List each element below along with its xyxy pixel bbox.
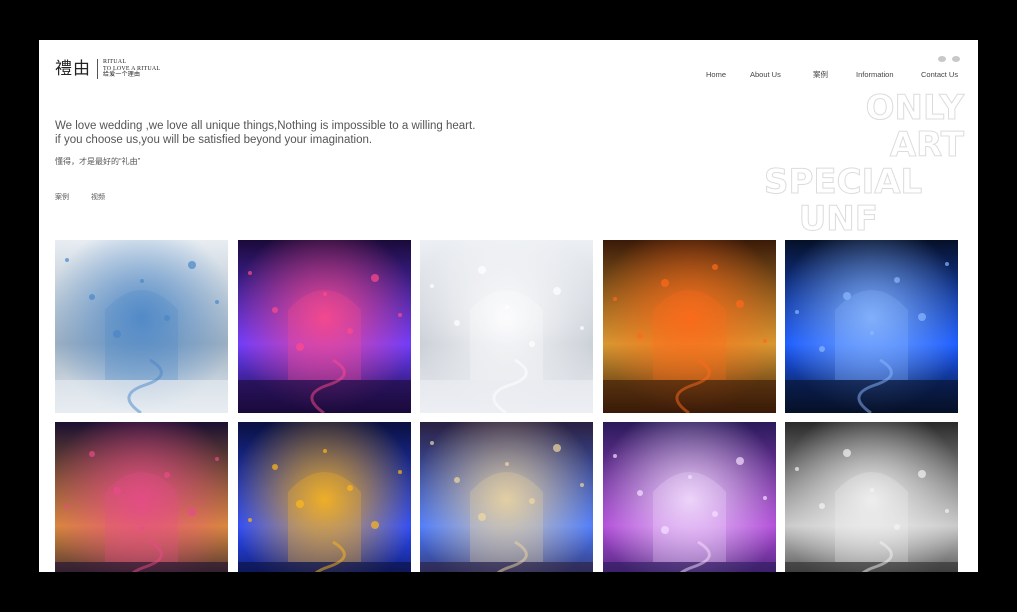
nav-home[interactable]: Home [706,70,726,80]
gallery-photo-floral-trees[interactable] [55,422,228,572]
gallery-photo-image [237,422,411,572]
watermark-line: ART [889,125,964,165]
watermark-line: ONLY [865,88,964,128]
device-frame: 禮由 RITUAL TO LOVE A RITUAL 给爱一个理由 Home A… [0,0,1017,612]
gallery-photo-image [602,422,776,572]
gallery-photo-image [785,422,958,572]
gallery-photo-white-arch-stage[interactable] [55,240,228,413]
gallery-photo-image [420,422,593,572]
gallery-photo-blue-gold-lights[interactable] [237,422,411,572]
gallery-photo-image [55,422,228,572]
tagline: 懂得，才是最好的“礼由” [55,157,141,166]
wechat-icon[interactable] [952,56,960,62]
gallery-photo-image [237,240,411,413]
social-links [938,56,960,62]
nav-information[interactable]: Information [856,70,894,80]
watermark-line: SPECIAL [764,162,923,202]
nav-cases[interactable]: 案例 [813,70,828,80]
gallery-photo-neon-purple-stage[interactable] [237,240,411,413]
gallery-photo-image [420,240,593,413]
gallery-photo-blue-wings[interactable] [420,422,593,572]
filter-cases[interactable]: 案例 [55,192,69,202]
main-nav: Home About Us 案例 Information Contact Us [39,70,978,82]
gallery-photo-blue-light-hall[interactable] [785,240,958,413]
nav-about-us[interactable]: About Us [750,70,781,80]
gallery-photo-image [55,240,228,413]
gallery-photo-image [602,240,776,413]
gallery-photo-image [785,240,958,413]
gallery-photo-golden-arches[interactable] [602,240,776,413]
intro-text: We love wedding ,we love all unique thin… [55,119,475,147]
watermark-line: UNF [798,199,878,239]
intro-line-2: if you choose us,you will be satisfied b… [55,134,373,146]
browser-viewport: 禮由 RITUAL TO LOVE A RITUAL 给爱一个理由 Home A… [39,40,978,572]
weibo-icon[interactable] [938,56,946,62]
decorative-watermark: ONLY ART SPECIAL UNF [764,88,965,239]
gallery-photo-white-feather-arch[interactable] [785,422,958,572]
gallery-photo-purple-ballroom[interactable] [602,422,776,572]
filter-videos[interactable]: 视频 [91,192,105,202]
intro-line-1: We love wedding ,we love all unique thin… [55,120,476,132]
category-filters: 案例 视频 [55,192,105,202]
photo-gallery [55,240,958,572]
gallery-photo-white-pegasus[interactable] [420,240,593,413]
nav-contact-us[interactable]: Contact Us [921,70,958,80]
